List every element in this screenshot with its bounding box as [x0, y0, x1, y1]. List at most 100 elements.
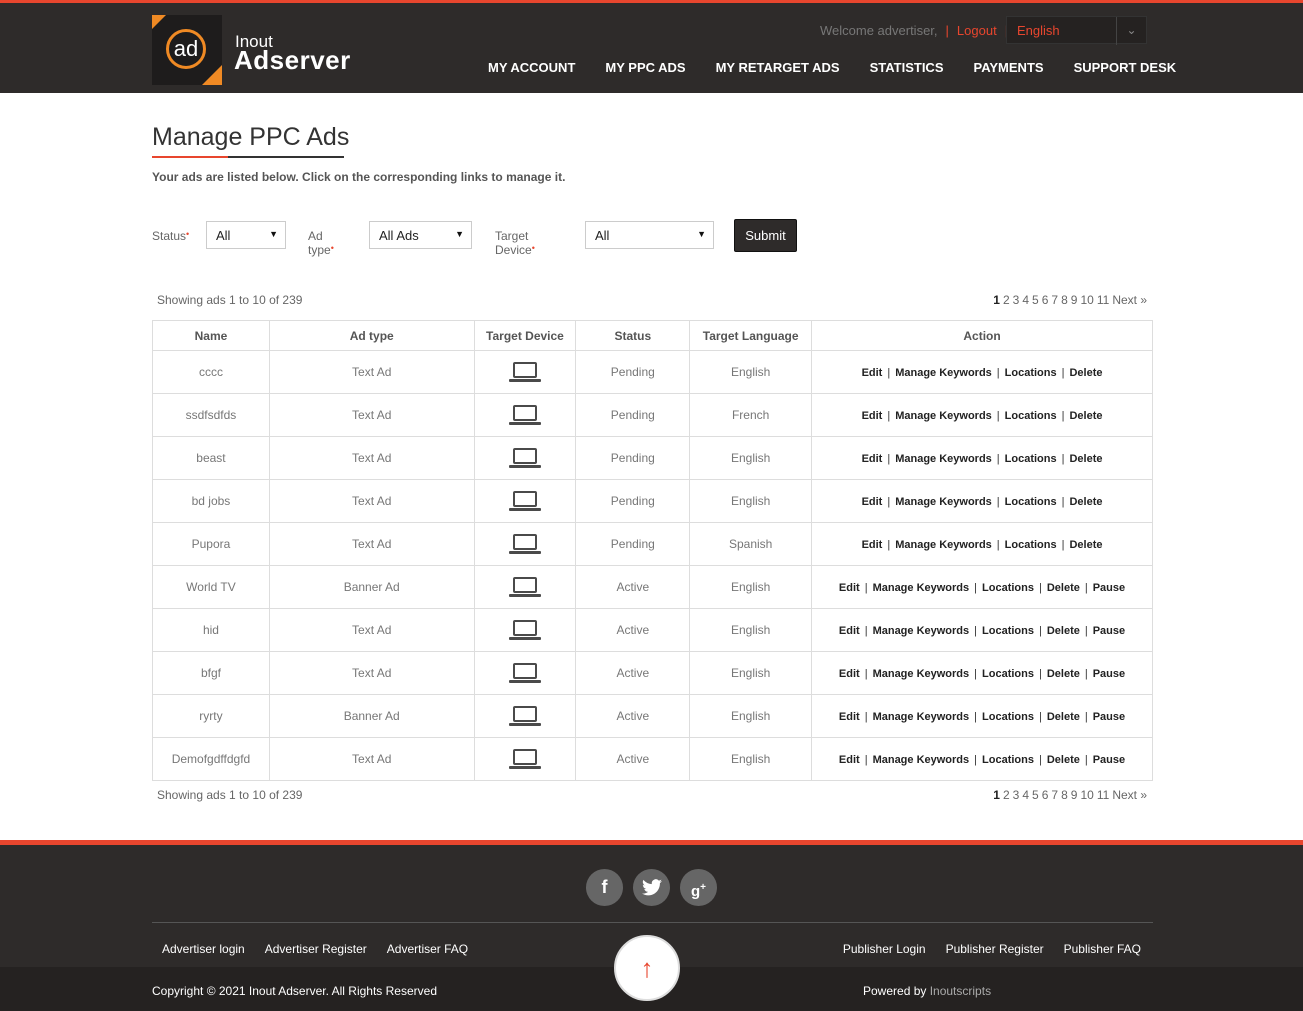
facebook-icon[interactable]: f — [586, 869, 623, 906]
locations-link[interactable]: Locations — [982, 668, 1034, 680]
logout-link[interactable]: Logout — [957, 23, 997, 38]
next-page-link[interactable]: Next » — [1112, 788, 1147, 802]
advertiser-faq-link[interactable]: Advertiser FAQ — [387, 942, 468, 956]
page-link[interactable]: 2 — [1003, 788, 1010, 802]
nav-statistics[interactable]: STATISTICS — [870, 60, 944, 75]
edit-link[interactable]: Edit — [862, 367, 883, 379]
edit-link[interactable]: Edit — [839, 582, 860, 594]
page-link[interactable]: 6 — [1042, 788, 1049, 802]
page-link[interactable]: 9 — [1071, 293, 1078, 307]
delete-link[interactable]: Delete — [1069, 496, 1102, 508]
locations-link[interactable]: Locations — [1005, 496, 1057, 508]
page-link[interactable]: 8 — [1061, 293, 1068, 307]
twitter-icon[interactable] — [633, 869, 670, 906]
advertiser-register-link[interactable]: Advertiser Register — [265, 942, 367, 956]
locations-link[interactable]: Locations — [1005, 367, 1057, 379]
adtype-select[interactable]: All Ads ▼ — [369, 221, 472, 249]
page-link[interactable]: 7 — [1051, 293, 1058, 307]
delete-link[interactable]: Delete — [1069, 539, 1102, 551]
language-select[interactable]: English ⌄ — [1006, 16, 1147, 45]
page-link[interactable]: 10 — [1080, 788, 1093, 802]
manage-keywords-link[interactable]: Manage Keywords — [873, 668, 970, 680]
page-link[interactable]: 11 — [1097, 293, 1109, 307]
locations-link[interactable]: Locations — [1005, 539, 1057, 551]
pause-link[interactable]: Pause — [1093, 754, 1125, 766]
manage-keywords-link[interactable]: Manage Keywords — [873, 711, 970, 723]
publisher-faq-link[interactable]: Publisher FAQ — [1064, 942, 1141, 956]
scroll-to-top-button[interactable]: ↑ — [614, 935, 680, 1001]
delete-link[interactable]: Delete — [1047, 711, 1080, 723]
page-link-current[interactable]: 1 — [993, 788, 1000, 802]
pause-link[interactable]: Pause — [1093, 668, 1125, 680]
nav-my-ppc-ads[interactable]: MY PPC ADS — [605, 60, 685, 75]
divider: | — [887, 453, 891, 465]
page-link[interactable]: 5 — [1032, 293, 1039, 307]
manage-keywords-link[interactable]: Manage Keywords — [895, 496, 992, 508]
delete-link[interactable]: Delete — [1069, 410, 1102, 422]
publisher-register-link[interactable]: Publisher Register — [946, 942, 1044, 956]
pause-link[interactable]: Pause — [1093, 625, 1125, 637]
manage-keywords-link[interactable]: Manage Keywords — [895, 453, 992, 465]
target-language-cell: French — [689, 393, 813, 437]
locations-link[interactable]: Locations — [1005, 453, 1057, 465]
delete-link[interactable]: Delete — [1047, 625, 1080, 637]
manage-keywords-link[interactable]: Manage Keywords — [873, 582, 970, 594]
advertiser-login-link[interactable]: Advertiser login — [162, 942, 245, 956]
page-link[interactable]: 8 — [1061, 788, 1068, 802]
edit-link[interactable]: Edit — [839, 668, 860, 680]
locations-link[interactable]: Locations — [982, 754, 1034, 766]
edit-link[interactable]: Edit — [862, 410, 883, 422]
edit-link[interactable]: Edit — [862, 539, 883, 551]
nav-support-desk[interactable]: SUPPORT DESK — [1074, 60, 1177, 75]
nav-my-retarget-ads[interactable]: MY RETARGET ADS — [716, 60, 840, 75]
locations-link[interactable]: Locations — [982, 625, 1034, 637]
google-plus-icon[interactable]: g+ — [680, 869, 717, 906]
manage-keywords-link[interactable]: Manage Keywords — [895, 367, 992, 379]
page-link-current[interactable]: 1 — [993, 293, 1000, 307]
locations-link[interactable]: Locations — [982, 711, 1034, 723]
nav-payments[interactable]: PAYMENTS — [973, 60, 1043, 75]
page-link[interactable]: 6 — [1042, 293, 1049, 307]
page-link[interactable]: 3 — [1013, 293, 1020, 307]
edit-link[interactable]: Edit — [862, 453, 883, 465]
page-link[interactable]: 5 — [1032, 788, 1039, 802]
delete-link[interactable]: Delete — [1069, 453, 1102, 465]
powered-by-brand-link[interactable]: Inoutscripts — [930, 984, 991, 998]
next-page-link[interactable]: Next » — [1112, 293, 1147, 307]
page-link[interactable]: 10 — [1080, 293, 1093, 307]
delete-link[interactable]: Delete — [1047, 582, 1080, 594]
edit-link[interactable]: Edit — [839, 754, 860, 766]
nav-my-account[interactable]: MY ACCOUNT — [488, 60, 575, 75]
delete-link[interactable]: Delete — [1047, 668, 1080, 680]
status-select[interactable]: All ▼ — [206, 221, 286, 249]
ad-type-cell: Text Ad — [268, 522, 475, 566]
page-link[interactable]: 2 — [1003, 293, 1010, 307]
page-link[interactable]: 9 — [1071, 788, 1078, 802]
manage-keywords-link[interactable]: Manage Keywords — [895, 539, 992, 551]
delete-link[interactable]: Delete — [1047, 754, 1080, 766]
manage-keywords-link[interactable]: Manage Keywords — [895, 410, 992, 422]
locations-link[interactable]: Locations — [1005, 410, 1057, 422]
page-link[interactable]: 7 — [1051, 788, 1058, 802]
pause-link[interactable]: Pause — [1093, 711, 1125, 723]
page-link[interactable]: 11 — [1097, 788, 1109, 802]
page-link[interactable]: 4 — [1022, 788, 1029, 802]
page-link[interactable]: 4 — [1022, 293, 1029, 307]
device-select[interactable]: All ▼ — [585, 221, 714, 249]
delete-link[interactable]: Delete — [1069, 367, 1102, 379]
page-link[interactable]: 3 — [1013, 788, 1020, 802]
edit-link[interactable]: Edit — [839, 711, 860, 723]
locations-link[interactable]: Locations — [982, 582, 1034, 594]
submit-button[interactable]: Submit — [734, 219, 797, 252]
manage-keywords-link[interactable]: Manage Keywords — [873, 754, 970, 766]
publisher-login-link[interactable]: Publisher Login — [843, 942, 926, 956]
manage-keywords-link[interactable]: Manage Keywords — [873, 625, 970, 637]
site-logo[interactable]: ad Inout Adserver — [152, 15, 352, 85]
action-links: Edit | Manage Keywords | Locations | Delete | Pa… — [839, 668, 1125, 680]
divider: | — [864, 582, 868, 594]
action-links: Edit | Manage Keywords | Locations | Delete | Pa… — [839, 625, 1125, 637]
dropdown-arrow-icon: ▼ — [697, 229, 706, 239]
pause-link[interactable]: Pause — [1093, 582, 1125, 594]
edit-link[interactable]: Edit — [839, 625, 860, 637]
edit-link[interactable]: Edit — [862, 496, 883, 508]
